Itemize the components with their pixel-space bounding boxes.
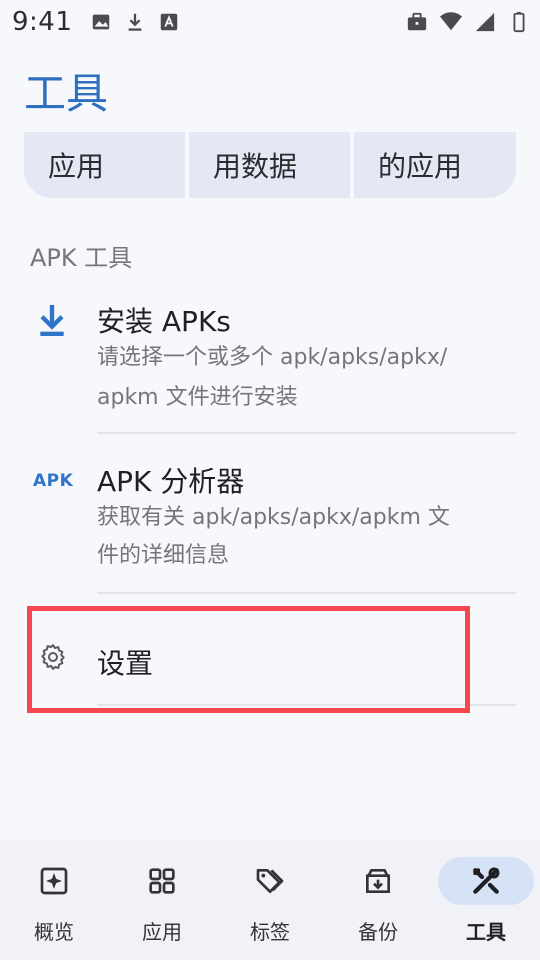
nav-backup-label: 备份 [358,920,398,944]
divider [97,432,516,434]
sparkle-icon [40,867,68,895]
chip-apps[interactable]: 应用 [24,132,185,198]
briefcase-icon [407,12,427,31]
apk-analyzer-subtitle-1: 获取有关 apk/apks/apkx/apkm 文 [97,505,450,530]
bottom-nav: 概览 应用 标签 备份 工具 [0,840,540,960]
nav-tools[interactable]: 工具 [432,840,540,960]
wifi-icon [440,12,462,31]
section-header: APK 工具 [30,244,133,272]
tags-icon [256,869,284,893]
download-icon [128,13,142,31]
chip-data[interactable]: 用数据 [189,132,350,198]
status-time: 9:41 [12,7,73,37]
archive-icon [366,869,390,893]
quick-actions-row: 应用 用数据 的应用 [24,132,516,198]
apk-icon: APK [33,471,74,491]
download-icon [40,305,64,336]
nav-apps[interactable]: 应用 [108,840,216,960]
install-apks-subtitle-1: 请选择一个或多个 apk/apks/apkx/ [97,345,448,370]
text-a-icon [161,13,178,31]
install-apks-subtitle-2: apkm 文件进行安装 [97,385,298,410]
battery-icon [513,11,525,33]
nav-overview[interactable]: 概览 [0,840,108,960]
highlight-box [27,606,470,713]
nav-tags[interactable]: 标签 [216,840,324,960]
signal-icon [475,12,495,32]
tools-icon [473,867,500,894]
image-icon [93,14,110,30]
apk-analyzer-item[interactable]: APK 分析器 获取有关 apk/apks/apkx/apkm 文 件的详细信息 [0,450,540,592]
status-bar: 9:41 [0,0,540,44]
grid-icon [149,868,175,894]
nav-apps-label: 应用 [142,920,182,944]
nav-overview-label: 概览 [34,920,74,944]
install-apks-item[interactable]: 安装 APKs 请选择一个或多个 apk/apks/apkx/ apkm 文件进… [0,290,540,432]
install-apks-title: 安装 APKs [97,305,231,338]
apk-analyzer-subtitle-2: 件的详细信息 [97,543,230,568]
nav-backup[interactable]: 备份 [324,840,432,960]
nav-tools-label: 工具 [466,920,506,944]
chip-apps-2[interactable]: 的应用 [354,132,516,198]
divider [97,592,516,594]
nav-tags-label: 标签 [250,920,290,944]
page-title: 工具 [24,69,109,118]
apk-analyzer-title: APK 分析器 [97,465,245,498]
